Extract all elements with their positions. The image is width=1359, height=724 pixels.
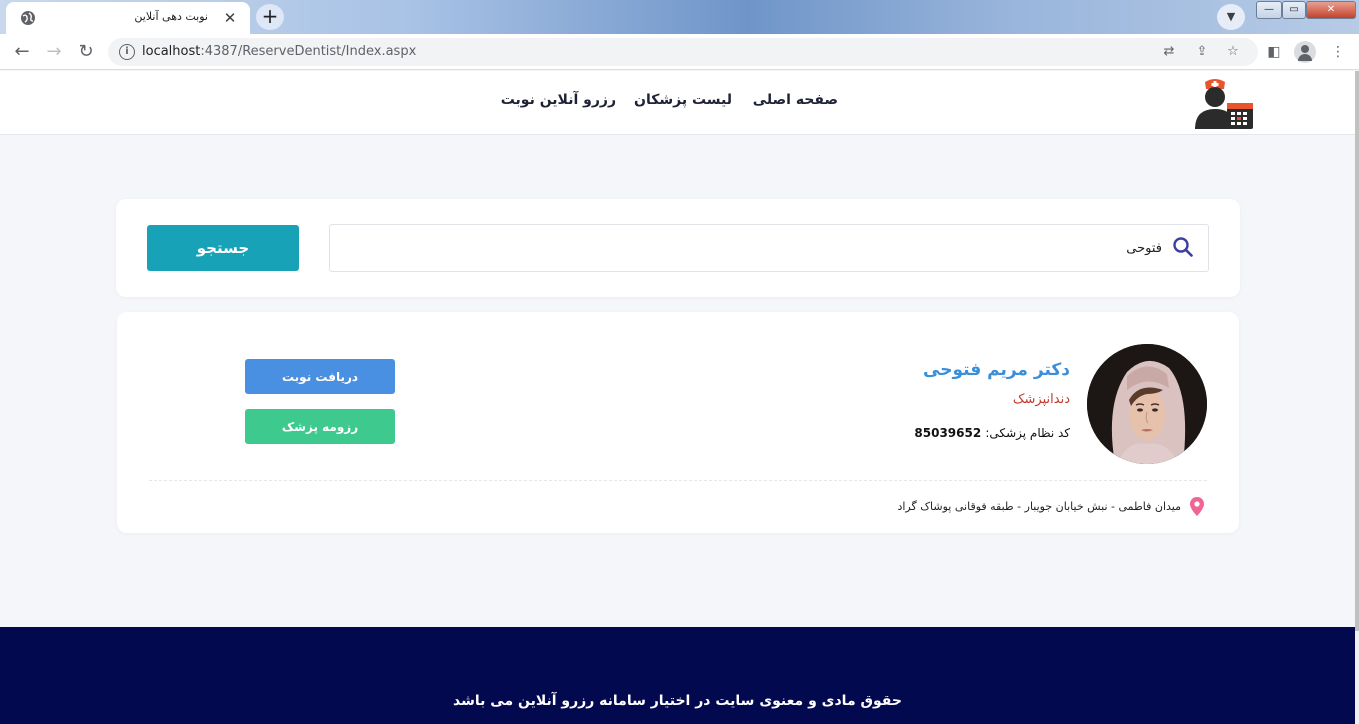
new-tab-button[interactable]: +	[256, 4, 284, 30]
medical-council-code: کد نظام پزشکی: 85039652	[914, 426, 1070, 440]
share-icon[interactable]: ⇪	[1193, 44, 1211, 60]
search-card: جستجو	[116, 199, 1240, 297]
address-bar[interactable]: i localhost:4387/ReserveDentist/Index.as…	[108, 38, 1258, 66]
doctor-photo[interactable]	[1087, 344, 1207, 464]
get-appointment-button[interactable]: دریافت نوبت	[245, 359, 395, 394]
site-footer: حقوق مادی و معنوی سایت در اختیار سامانه …	[0, 627, 1355, 724]
nav-item-online-reservation[interactable]: رزرو آنلاین نوبت	[501, 92, 616, 108]
main-nav: صفحه اصلی لیست پزشکان رزرو آنلاین نوبت	[0, 71, 1355, 135]
copyright-text: حقوق مادی و معنوی سایت در اختیار سامانه …	[453, 693, 902, 709]
back-arrow-icon[interactable]: ←	[11, 41, 33, 63]
doctor-specialty: دندانپزشک	[1012, 392, 1070, 407]
search-button[interactable]: جستجو	[147, 225, 299, 271]
tab-title: نوبت دهی آنلاین	[134, 10, 208, 23]
doctor-calendar-logo-icon[interactable]	[1193, 77, 1255, 131]
doctor-resume-button[interactable]: رزومه پزشک	[245, 409, 395, 444]
globe-icon	[21, 11, 35, 25]
nav-item-doctors-list[interactable]: لیست پزشکان	[634, 92, 732, 108]
search-icon	[1173, 237, 1193, 257]
translate-icon[interactable]: ⇄	[1160, 44, 1178, 60]
browser-toolbar: ← → ↻ i localhost:4387/ReserveDentist/In…	[0, 34, 1359, 70]
close-tab-icon[interactable]: ✕	[220, 8, 240, 28]
nav-item-home[interactable]: صفحه اصلی	[753, 92, 838, 108]
side-panel-icon[interactable]: ◧	[1263, 41, 1285, 63]
doctor-address: میدان فاطمی - نبش خیابان جویبار - طبقه ف…	[897, 500, 1181, 513]
browser-tab-bar: نوبت دهی آنلاین ✕ + ▼ — ▭ ✕	[0, 0, 1359, 34]
close-window-button[interactable]: ✕	[1306, 1, 1356, 19]
bookmark-star-icon[interactable]: ☆	[1224, 44, 1242, 60]
tab-search-chevron-icon[interactable]: ▼	[1217, 4, 1245, 30]
scrollbar-thumb[interactable]	[1355, 71, 1359, 631]
site-header: صفحه اصلی لیست پزشکان رزرو آنلاین نوبت	[0, 71, 1355, 135]
doctor-card: دکتر مریم فتوحی دندانپزشک کد نظام پزشکی:…	[117, 312, 1239, 533]
medical-code-label: کد نظام پزشکی:	[985, 426, 1070, 440]
doctor-name[interactable]: دکتر مریم فتوحی	[923, 360, 1070, 380]
browser-tab[interactable]: نوبت دهی آنلاین ✕	[6, 2, 250, 34]
profile-avatar-icon[interactable]	[1294, 41, 1316, 63]
minimize-button[interactable]: —	[1256, 1, 1282, 19]
location-pin-icon	[1190, 497, 1204, 516]
card-divider	[149, 480, 1207, 481]
url-text: localhost:4387/ReserveDentist/Index.aspx	[142, 44, 417, 59]
forward-arrow-icon[interactable]: →	[43, 41, 65, 63]
page-scrollbar[interactable]	[1355, 71, 1359, 724]
site-info-icon[interactable]: i	[119, 44, 135, 60]
doctor-portrait-image	[1087, 344, 1207, 464]
maximize-button[interactable]: ▭	[1282, 1, 1306, 19]
medical-code-value: 85039652	[914, 426, 982, 440]
reload-icon[interactable]: ↻	[75, 41, 97, 63]
menu-kebab-icon[interactable]: ⋮	[1327, 41, 1349, 63]
search-input[interactable]	[329, 224, 1209, 272]
